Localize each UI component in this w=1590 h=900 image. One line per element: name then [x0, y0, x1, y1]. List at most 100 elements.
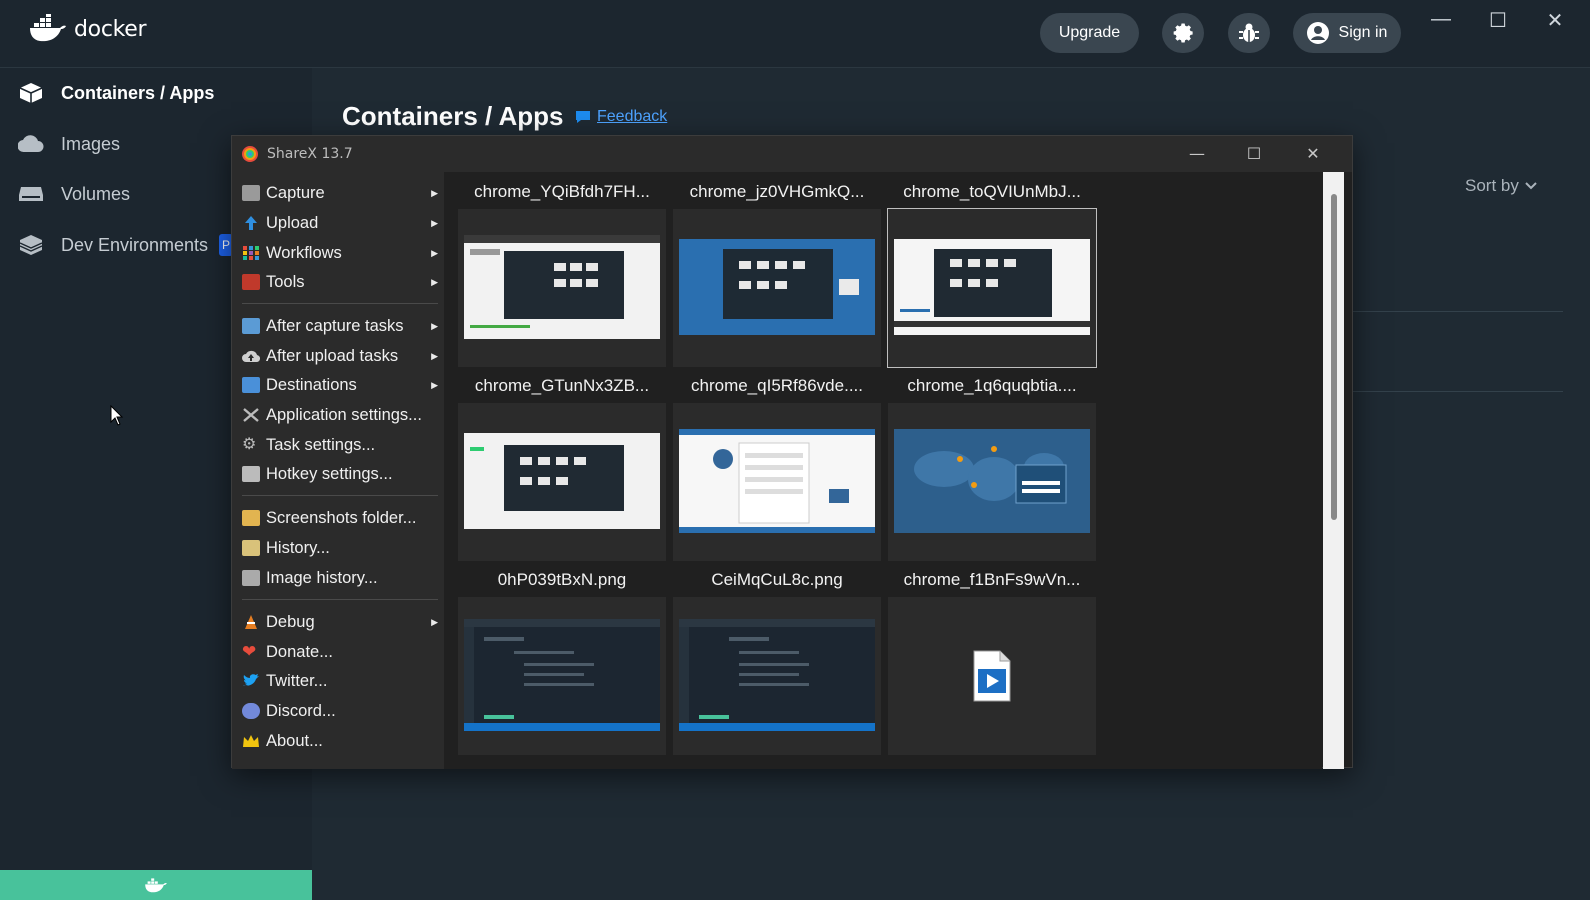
thumbnail-tile[interactable]	[458, 597, 666, 755]
menu-item-tools[interactable]: Tools ▶	[242, 268, 438, 296]
menu-item-label: Image history...	[266, 568, 378, 587]
thumbnail-tile[interactable]	[888, 403, 1096, 561]
maximize-window-icon[interactable]: ☐	[1483, 8, 1513, 33]
minimize-window-icon[interactable]: —	[1426, 8, 1456, 31]
menu-item-label: After capture tasks	[266, 316, 404, 335]
submenu-arrow-icon: ▶	[431, 217, 438, 228]
troubleshoot-button[interactable]	[1228, 13, 1270, 53]
sidebar-item-volumes[interactable]: Volumes	[18, 183, 130, 205]
sort-by-dropdown[interactable]: Sort by	[1465, 176, 1537, 196]
sidebar-item-label: Dev Environments	[61, 234, 209, 255]
menu-item-after-capture-tasks[interactable]: After capture tasks ▶	[242, 312, 438, 340]
cloud-icon	[18, 133, 44, 155]
bug-icon	[1239, 23, 1259, 42]
screenshot-thumbnail	[464, 619, 660, 731]
engine-status-bar[interactable]	[0, 870, 312, 900]
sidebar-item-containers[interactable]: Containers / Apps	[18, 82, 214, 104]
sharex-minimize-icon[interactable]: —	[1185, 144, 1209, 163]
screenshot-thumbnail	[679, 239, 875, 335]
thumbnail-tile[interactable]	[888, 597, 1096, 755]
menu-item-task-settings[interactable]: ⚙ Task settings...	[242, 431, 438, 459]
menu-item-about[interactable]: About...	[242, 727, 438, 755]
submenu-arrow-icon: ▶	[431, 379, 438, 390]
mouse-cursor-icon	[110, 404, 124, 432]
video-file-icon	[973, 650, 1011, 702]
scrollbar-thumb[interactable]	[1331, 194, 1337, 520]
page-title: Containers / Apps	[342, 101, 564, 131]
history-thumbnail-grid: chrome_YQiBfdh7FH... chrome_jz0VHGmkQ...…	[444, 172, 1322, 769]
submenu-arrow-icon: ▶	[431, 247, 438, 258]
thumbnail-tile[interactable]	[673, 209, 881, 367]
crown-icon	[242, 733, 260, 749]
feedback-link[interactable]: Feedback	[575, 108, 667, 126]
menu-item-donate[interactable]: ❤ Donate...	[242, 638, 438, 666]
menu-item-upload[interactable]: Upload ▶	[242, 209, 438, 237]
sign-in-button[interactable]: Sign in	[1293, 13, 1401, 53]
menu-item-label: Hotkey settings...	[266, 464, 393, 483]
thumbnail-tile-selected[interactable]	[887, 208, 1097, 368]
close-window-icon[interactable]: ✕	[1540, 8, 1570, 33]
menu-item-label: Task settings...	[266, 435, 376, 454]
list-divider	[1353, 311, 1563, 312]
discord-icon	[242, 703, 260, 719]
sidebar-item-label: Containers / Apps	[61, 82, 215, 103]
menu-item-twitter[interactable]: Twitter...	[242, 667, 438, 695]
sharex-maximize-icon[interactable]: ☐	[1242, 144, 1266, 163]
thumbnail-tile[interactable]	[673, 597, 881, 755]
menu-separator	[242, 495, 438, 496]
thumbnail-filename: chrome_qI5Rf86vde....	[691, 376, 863, 395]
thumbnail-filename: CeiMqCuL8c.png	[711, 570, 843, 589]
menu-item-destinations[interactable]: Destinations ▶	[242, 371, 438, 399]
menu-item-application-settings[interactable]: Application settings...	[242, 401, 438, 429]
sharex-title: ShareX 13.7	[267, 146, 353, 162]
thumbnail-filename: chrome_YQiBfdh7FH...	[474, 182, 650, 201]
docker-logo: docker	[28, 14, 147, 44]
sign-in-label: Sign in	[1338, 24, 1388, 41]
docker-whale-icon	[30, 14, 66, 42]
submenu-arrow-icon: ▶	[431, 616, 438, 627]
sidebar-item-images[interactable]: Images	[18, 133, 120, 155]
thumbnail-filename: 0hP039tBxN.png	[497, 570, 627, 589]
menu-item-hotkey-settings[interactable]: Hotkey settings...	[242, 460, 438, 488]
menu-item-after-upload-tasks[interactable]: After upload tasks ▶	[242, 342, 438, 370]
capture-icon	[242, 185, 260, 201]
menu-item-label: Debug	[266, 612, 315, 631]
screenshot-thumbnail	[464, 235, 660, 339]
screenshot-thumbnail	[679, 619, 875, 731]
gear-icon	[1173, 23, 1193, 43]
menu-item-discord[interactable]: Discord...	[242, 697, 438, 725]
thumbnail-filename: chrome_GTunNx3ZB...	[474, 376, 650, 395]
menu-separator	[242, 599, 438, 600]
menu-item-debug[interactable]: Debug ▶	[242, 608, 438, 636]
chat-bubble-icon	[576, 111, 590, 123]
menu-item-label: Discord...	[266, 701, 336, 720]
volumes-icon	[18, 183, 44, 205]
menu-item-history[interactable]: History...	[242, 534, 438, 562]
submenu-arrow-icon: ▶	[431, 276, 438, 287]
list-divider	[1353, 391, 1563, 392]
upgrade-button[interactable]: Upgrade	[1040, 13, 1139, 53]
gear-icon: ⚙	[242, 436, 257, 453]
submenu-arrow-icon: ▶	[431, 320, 438, 331]
thumbnail-tile[interactable]	[458, 403, 666, 561]
menu-item-label: Upload	[266, 213, 319, 232]
sharex-close-icon[interactable]: ✕	[1301, 144, 1325, 163]
thumbnail-tile[interactable]	[673, 403, 881, 561]
menu-item-screenshots-folder[interactable]: Screenshots folder...	[242, 504, 438, 532]
menu-separator	[242, 303, 438, 304]
thumbnail-tile[interactable]	[458, 209, 666, 367]
menu-item-image-history[interactable]: Image history...	[242, 564, 438, 592]
heart-icon: ❤	[242, 642, 257, 661]
sidebar-item-dev-environments[interactable]: Dev Environments P	[18, 234, 234, 256]
menu-item-capture[interactable]: Capture ▶	[242, 179, 438, 207]
menu-item-label: History...	[266, 538, 330, 557]
sharex-titlebar: ShareX 13.7 — ☐ ✕	[232, 136, 1352, 172]
thumbnail-grid-scrollbar[interactable]	[1323, 172, 1344, 769]
menu-item-workflows[interactable]: Workflows ▶	[242, 239, 438, 267]
menu-item-label: Donate...	[266, 642, 333, 661]
upload-arrow-icon	[242, 215, 260, 231]
folder-icon	[242, 510, 260, 526]
menu-item-label: About...	[266, 731, 323, 750]
settings-button[interactable]	[1162, 13, 1204, 53]
menu-item-label: Tools	[266, 272, 305, 291]
